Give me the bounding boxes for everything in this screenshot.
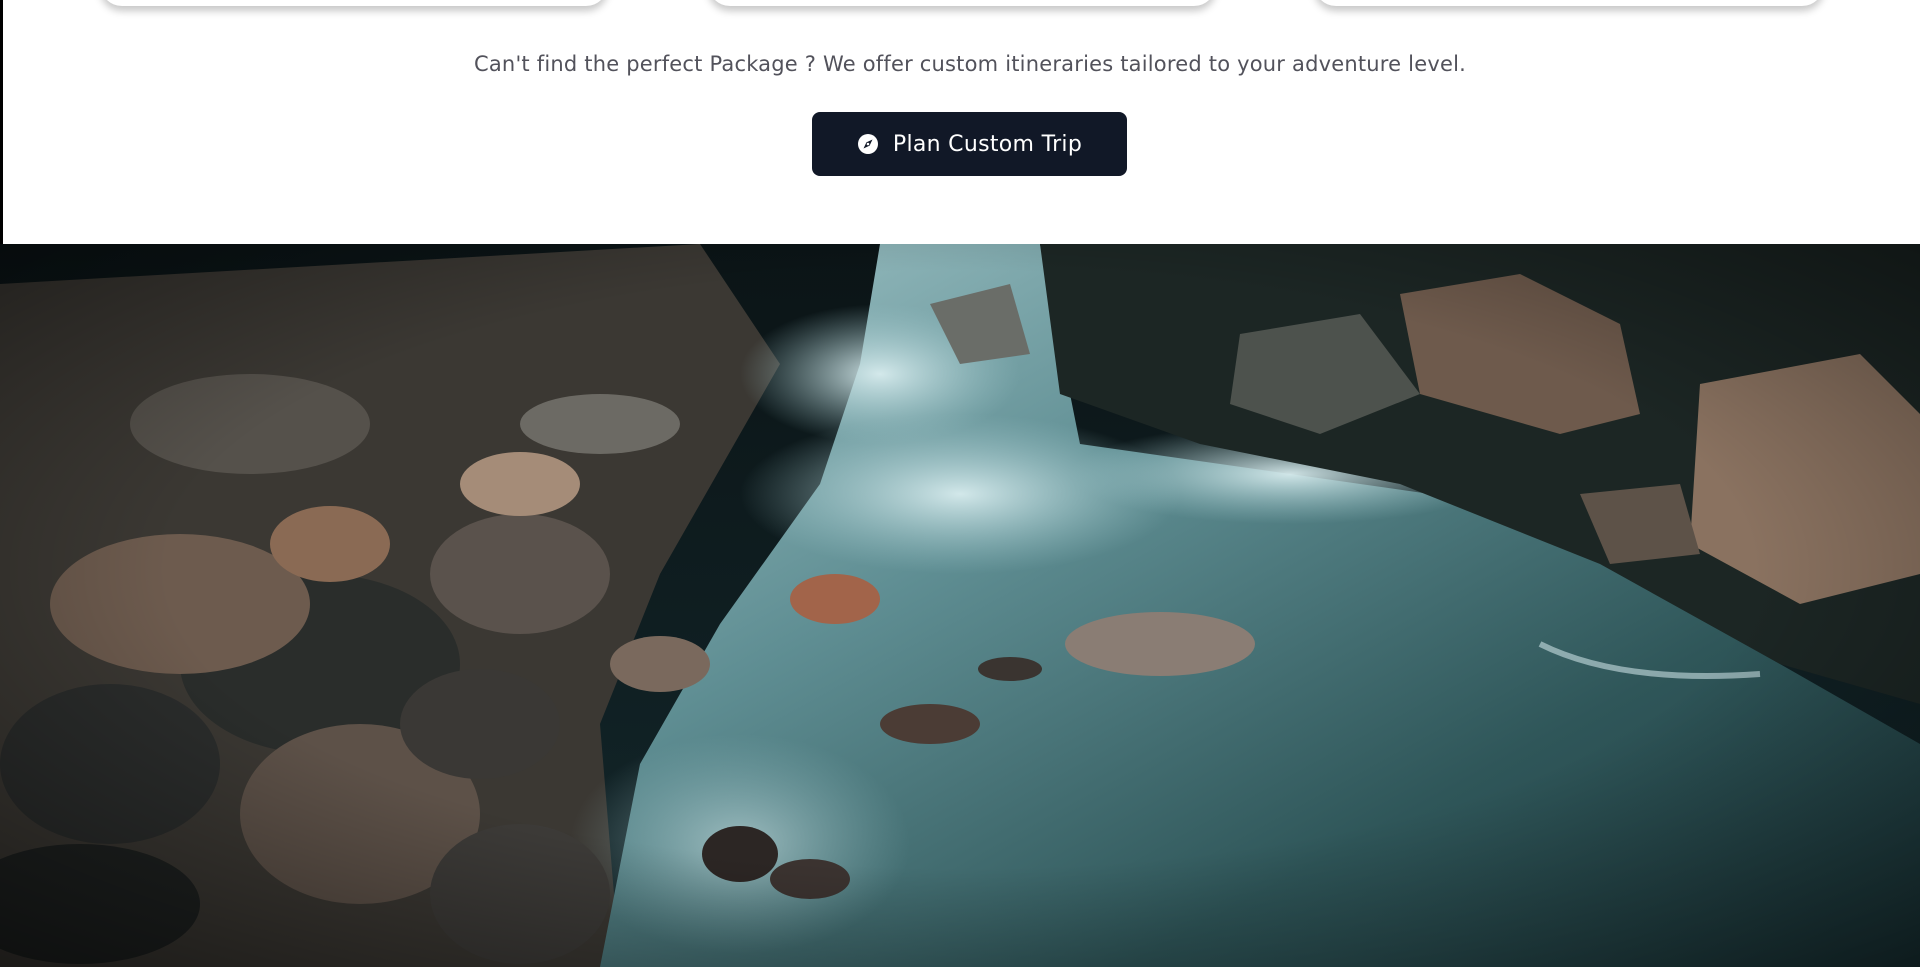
page: Can't find the perfect Package ? We offe… bbox=[0, 0, 1920, 967]
river-hero-image bbox=[0, 244, 1920, 967]
package-card-3[interactable] bbox=[1314, 0, 1824, 6]
package-card-1[interactable] bbox=[100, 0, 608, 6]
package-card-2[interactable] bbox=[708, 0, 1216, 6]
compass-icon bbox=[857, 133, 879, 155]
plan-custom-trip-button[interactable]: Plan Custom Trip bbox=[812, 112, 1127, 176]
page-edge-border bbox=[0, 0, 3, 244]
plan-custom-trip-label: Plan Custom Trip bbox=[892, 131, 1083, 157]
custom-itinerary-prompt: Can't find the perfect Package ? We offe… bbox=[474, 52, 1466, 76]
